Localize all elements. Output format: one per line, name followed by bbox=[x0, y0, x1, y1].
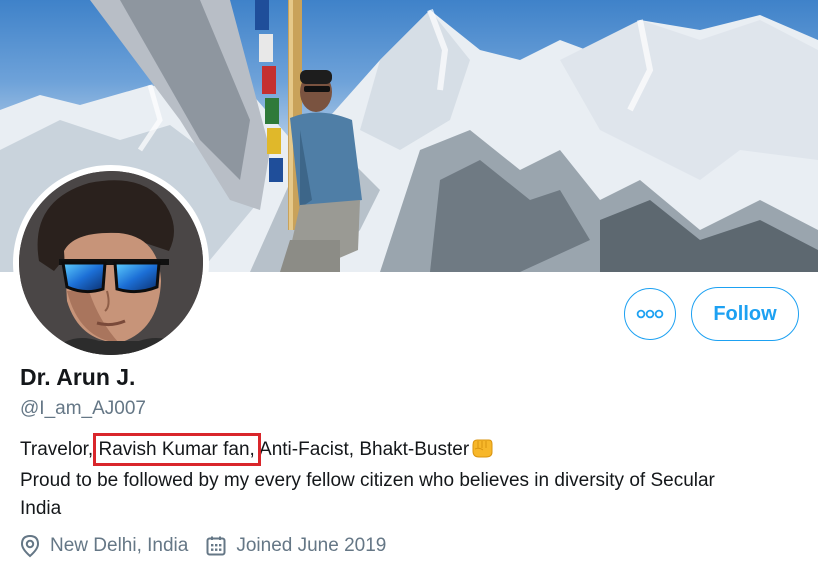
profile-meta: New Delhi, India Joined June 2019 bbox=[20, 532, 404, 560]
profile-bio: Travelor, Ravish Kumar fan, Anti-Facist,… bbox=[20, 433, 810, 523]
location-item: New Delhi, India bbox=[20, 534, 188, 558]
calendar-icon bbox=[206, 536, 226, 556]
bio-line-3: India bbox=[20, 498, 62, 519]
bio-line-1: Travelor, Ravish Kumar fan, Anti-Facist,… bbox=[20, 433, 810, 467]
avatar[interactable] bbox=[13, 165, 209, 361]
follow-button-label: Follow bbox=[713, 302, 777, 325]
fist-emoji-icon bbox=[471, 438, 493, 467]
profile-photo bbox=[19, 171, 203, 355]
joined-date-text: Joined June 2019 bbox=[236, 535, 387, 556]
location-pin-icon bbox=[20, 534, 40, 558]
follow-button[interactable]: Follow bbox=[691, 287, 799, 341]
bio-text-part1: Travelor, bbox=[20, 439, 99, 460]
bio-text-part2: Anti-Facist, Bhakt-Buster bbox=[254, 439, 470, 460]
bio-line-2: Proud to be followed by my every fellow … bbox=[20, 470, 715, 491]
location-text: New Delhi, India bbox=[50, 535, 189, 556]
display-name: Dr. Arun J. bbox=[20, 364, 136, 390]
more-options-button[interactable] bbox=[624, 288, 676, 340]
joined-item: Joined June 2019 bbox=[206, 535, 386, 557]
profile-handle: @I_am_AJ007 bbox=[20, 398, 146, 419]
more-dots-icon bbox=[636, 309, 664, 319]
bio-highlighted-text: Ravish Kumar fan, bbox=[92, 433, 261, 466]
